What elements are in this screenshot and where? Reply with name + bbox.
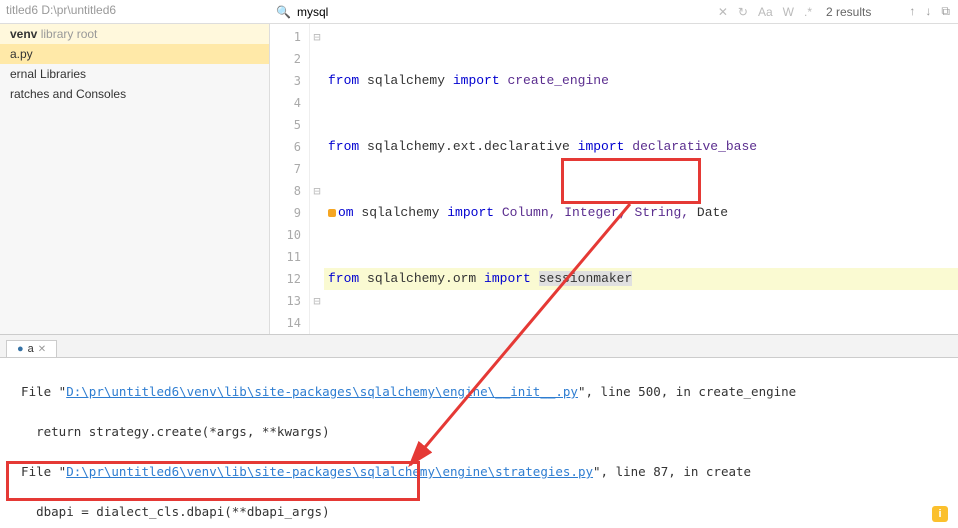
console-tabs: ● a ✕ [0, 334, 958, 358]
sidebar-item-venv[interactable]: venv library root [0, 24, 269, 44]
regex-icon[interactable]: .* [804, 5, 812, 19]
clear-search-icon[interactable]: ✕ [718, 5, 728, 19]
sidebar-item-external[interactable]: ernal Libraries [0, 64, 269, 84]
search-input[interactable] [297, 5, 712, 19]
words-icon[interactable]: W [783, 5, 794, 19]
prev-result-icon[interactable]: ↑ [909, 4, 915, 19]
breadcrumb: titled6 D:\pr\untitled6 [0, 0, 270, 23]
search-results: 2 results ↑ ↓ ⧉ [818, 0, 958, 23]
filter-icon[interactable]: ⧉ [941, 4, 950, 19]
python-icon: ● [17, 343, 24, 355]
history-icon[interactable]: ↻ [738, 5, 748, 19]
info-icon[interactable]: i [932, 506, 948, 522]
sidebar-item-file[interactable]: a.py [0, 44, 269, 64]
next-result-icon[interactable]: ↓ [925, 4, 931, 19]
search-icon: 🔍 [276, 5, 291, 19]
match-case-icon[interactable]: Aa [758, 5, 773, 19]
project-sidebar: venv library root a.py ernal Libraries r… [0, 24, 270, 334]
file-link[interactable]: D:\pr\untitled6\venv\lib\site-packages\s… [66, 384, 578, 399]
search-bar: 🔍 ✕ ↻ Aa W .* [270, 0, 818, 23]
sidebar-item-scratches[interactable]: ratches and Consoles [0, 84, 269, 104]
code-editor[interactable]: from sqlalchemy import create_engine fro… [324, 24, 958, 334]
warning-icon [328, 209, 336, 217]
results-count: 2 results [826, 5, 871, 19]
fold-column: ⊟ ⊟ ⊟ [310, 24, 324, 334]
tab-run[interactable]: ● a ✕ [6, 340, 57, 357]
fold-icon[interactable]: ⊟ [310, 290, 324, 312]
fold-icon[interactable]: ⊟ [310, 26, 324, 48]
fold-icon[interactable]: ⊟ [310, 180, 324, 202]
file-link[interactable]: D:\pr\untitled6\venv\lib\site-packages\s… [66, 464, 593, 479]
console-output[interactable]: File "D:\pr\untitled6\venv\lib\site-pack… [0, 358, 958, 528]
line-gutter: 1234 5678 9101112 1314 [270, 24, 310, 334]
close-icon[interactable]: ✕ [38, 344, 46, 355]
